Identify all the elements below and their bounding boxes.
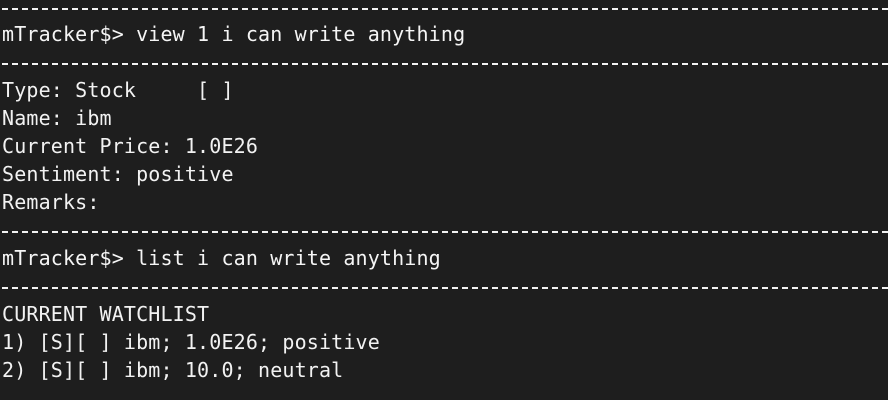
divider-top [2, 8, 888, 10]
item-name-line: Name: ibm [2, 106, 112, 130]
divider-after-list-command [2, 287, 888, 289]
item-sentiment-line: Sentiment: positive [2, 162, 234, 186]
divider-before-list-command [2, 231, 888, 233]
divider-after-view-command [2, 63, 888, 65]
item-remarks-line: Remarks: [2, 190, 100, 214]
watchlist-item: 1) [S][ ] ibm; 1.0E26; positive [2, 330, 380, 354]
item-type-line: Type: Stock [ ] [2, 78, 234, 102]
command-prompt-view: mTracker$> view 1 i can write anything [2, 22, 466, 46]
terminal-window[interactable]: mTracker$> view 1 i can write anything T… [0, 0, 888, 400]
watchlist-header: CURRENT WATCHLIST [2, 302, 210, 326]
item-price-line: Current Price: 1.0E26 [2, 134, 259, 158]
command-prompt-list: mTracker$> list i can write anything [2, 246, 441, 270]
watchlist-item: 2) [S][ ] ibm; 10.0; neutral [2, 358, 344, 382]
